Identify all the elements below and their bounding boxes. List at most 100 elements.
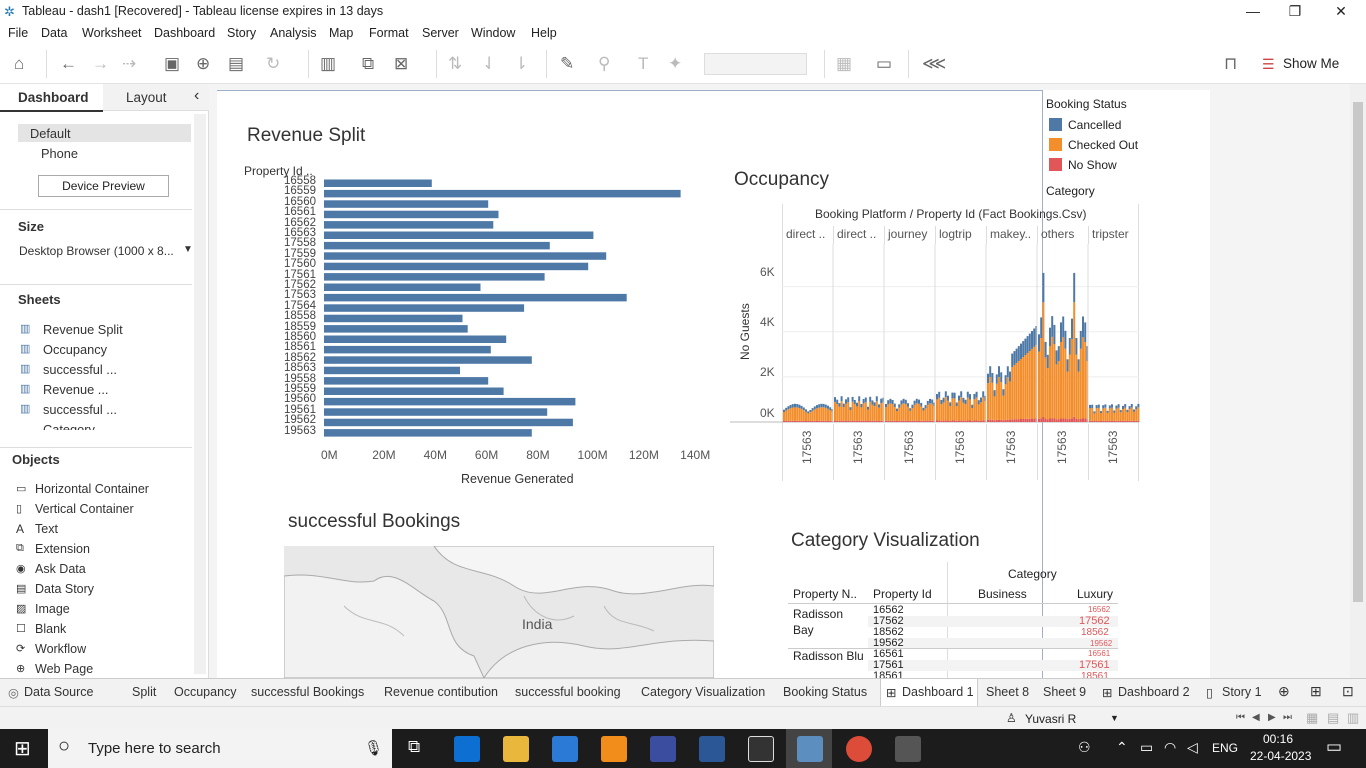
occupancy-bar-segment[interactable] [1097,407,1100,421]
occupancy-bar-segment[interactable] [942,397,945,403]
occupancy-bar-segment[interactable] [891,420,894,422]
occupancy-bar-segment[interactable] [1038,334,1040,352]
occupancy-bar-segment[interactable] [1111,404,1113,408]
occupancy-bar-segment[interactable] [973,399,976,421]
occupancy-bar-segment[interactable] [995,374,998,384]
occupancy-bar-segment[interactable] [878,420,880,422]
wifi-icon[interactable]: ◠ [1164,739,1176,756]
occupancy-bar-segment[interactable] [964,399,967,405]
occupancy-bar-segment[interactable] [798,408,801,421]
occupancy-bar-segment[interactable] [851,420,854,422]
occupancy-bar-segment[interactable] [1017,419,1020,422]
occupancy-bar-segment[interactable] [820,403,823,408]
occupancy-bar-segment[interactable] [920,420,923,422]
pause-updates-icon[interactable]: ▤ [228,54,244,74]
occupancy-bar-segment[interactable] [875,396,878,402]
prev-sheet-icon[interactable]: ◀ [1252,712,1260,723]
occupancy-bar-segment[interactable] [1026,418,1029,422]
menu-window[interactable]: Window [471,26,515,40]
occupancy-bar-segment[interactable] [834,401,836,421]
occupancy-bar-segment[interactable] [1100,411,1102,414]
occupancy-bar-segment[interactable] [947,400,949,421]
occupancy-bar-segment[interactable] [809,421,812,422]
filmstrip-view-icon[interactable]: ▤ [1327,710,1339,726]
object-item[interactable]: Vertical Container [35,502,134,516]
occupancy-bar-segment[interactable] [1004,375,1007,385]
occupancy-bar-segment[interactable] [898,420,901,422]
occupancy-bar-segment[interactable] [1006,377,1009,420]
occupancy-bar-segment[interactable] [1049,418,1051,423]
occupancy-bar-segment[interactable] [1115,405,1118,409]
legend-swatch-no-show[interactable] [1049,158,1062,171]
occupancy-bar-segment[interactable] [1071,318,1073,339]
occupancy-bar-segment[interactable] [949,402,952,407]
occupancy-bar-segment[interactable] [969,399,971,421]
occupancy-bar-segment[interactable] [907,406,909,421]
home-icon[interactable]: ⌂ [14,54,24,74]
sheet-item[interactable]: Revenue ... [43,382,108,397]
occupancy-bar-segment[interactable] [900,404,903,421]
occupancy-bar-segment[interactable] [867,409,869,421]
occupancy-bar-segment[interactable] [860,407,863,421]
occupancy-bar-segment[interactable] [909,420,912,422]
occupancy-bar-segment[interactable] [1020,359,1022,419]
occupancy-bar-segment[interactable] [867,406,869,410]
occupancy-bar-segment[interactable] [964,404,967,421]
occupancy-bar-segment[interactable] [887,404,890,421]
occupancy-bar-segment[interactable] [802,410,805,421]
occupancy-bar-segment[interactable] [864,402,867,421]
object-item[interactable]: Data Story [35,582,94,596]
occupancy-bar-segment[interactable] [1135,420,1138,422]
occupancy-bar-segment[interactable] [962,402,965,421]
occupancy-bar-segment[interactable] [1137,420,1140,422]
occupancy-bar-segment[interactable] [1026,336,1029,353]
taskbar-search-input[interactable]: Type here to search [88,740,221,757]
occupancy-bar-segment[interactable] [947,395,949,401]
occupancy-bar-segment[interactable] [1042,302,1045,417]
word-icon[interactable] [699,736,725,762]
occupancy-bar-segment[interactable] [847,402,850,421]
occupancy-bar-segment[interactable] [1108,420,1111,422]
occupancy-bar-segment[interactable] [989,366,992,378]
occupancy-bar-segment[interactable] [811,420,814,422]
occupancy-bar-segment[interactable] [838,406,841,421]
occupancy-bar-segment[interactable] [1040,418,1043,422]
new-story-tab-icon[interactable]: ⊡ [1342,683,1354,700]
occupancy-bar-segment[interactable] [920,402,923,407]
occupancy-bar-segment[interactable] [1033,328,1036,347]
occupancy-bar-segment[interactable] [1122,405,1124,409]
occupancy-bar-segment[interactable] [827,405,829,409]
occupancy-bar-segment[interactable] [785,420,788,422]
occupancy-bar-segment[interactable] [1089,408,1091,421]
occupancy-bar-segment[interactable] [885,403,887,408]
tab-occupancy[interactable]: Occupancy [174,685,237,699]
occupancy-bar-segment[interactable] [789,420,792,422]
revenue-bar[interactable] [324,325,468,333]
labels-icon[interactable]: T [638,54,648,74]
occupancy-bar-segment[interactable] [845,403,847,421]
revenue-bar[interactable] [324,345,491,354]
occupancy-bar-segment[interactable] [936,420,938,423]
occupancy-bar-segment[interactable] [991,382,994,420]
occupancy-bar-segment[interactable] [1093,411,1096,414]
occupancy-bar-segment[interactable] [929,398,931,404]
occupancy-bar-segment[interactable] [1064,330,1067,349]
occupancy-bar-segment[interactable] [1009,371,1011,382]
occupancy-bar-segment[interactable] [853,400,856,405]
occupancy-bar-segment[interactable] [845,399,847,404]
occupancy-bar-segment[interactable] [880,398,883,404]
menu-file[interactable]: File [8,26,28,40]
occupancy-bar-segment[interactable] [818,404,821,408]
occupancy-bar-segment[interactable] [869,401,872,421]
tab-category-visualization[interactable]: Category Visualization [641,685,765,699]
occupancy-bar-segment[interactable] [1122,408,1124,421]
occupancy-bar-segment[interactable] [1020,343,1022,359]
occupancy-bar-segment[interactable] [1130,404,1133,408]
occupancy-bar-segment[interactable] [955,406,958,421]
chrome-icon[interactable] [846,736,872,762]
occupancy-bar-segment[interactable] [798,404,801,408]
occupancy-bar-segment[interactable] [789,408,792,421]
occupancy-bar-segment[interactable] [805,411,807,421]
occupancy-bar-segment[interactable] [960,391,963,398]
occupancy-bar-segment[interactable] [924,405,927,409]
